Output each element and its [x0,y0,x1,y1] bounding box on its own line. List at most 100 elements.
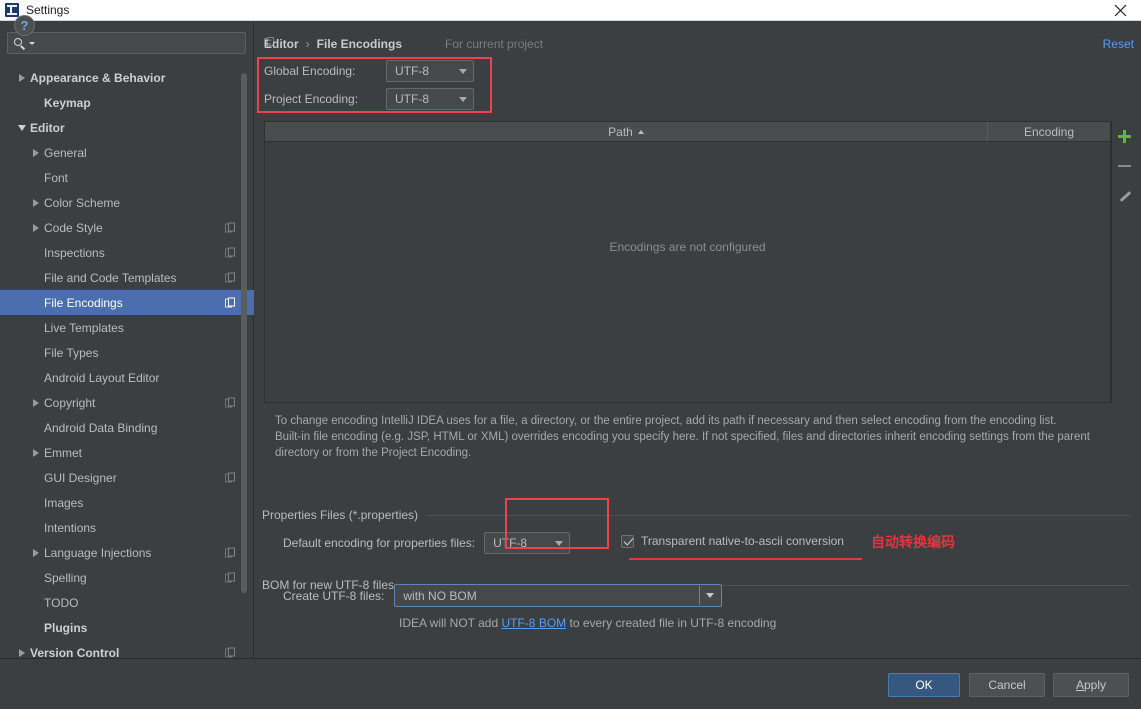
global-encoding-label: Global Encoding: [264,64,356,78]
global-encoding-dropdown[interactable]: UTF-8 [386,60,474,82]
sidebar-scrollbar[interactable] [240,65,248,658]
sidebar-item-font[interactable]: Font [0,165,254,190]
group-divider [426,514,1130,516]
encoding-rows: Global Encoding: UTF-8 Project Encoding:… [264,57,474,113]
ok-button[interactable]: OK [888,673,960,697]
sidebar-item-plugins[interactable]: Plugins [0,615,254,640]
project-encoding-label: Project Encoding: [264,92,359,106]
window-title: Settings [26,3,70,17]
reset-link[interactable]: Reset [1103,37,1134,51]
chevron-right-icon[interactable] [30,149,41,157]
project-scope-icon [225,547,236,558]
sidebar-item-label: Plugins [44,620,88,635]
annotation-text: 自动转换编码 [871,535,955,551]
sidebar-item-label: Font [44,170,69,185]
close-button[interactable] [1100,0,1141,21]
table-toolbar [1111,121,1137,403]
table-body[interactable]: Encodings are not configured [265,142,1110,402]
default-properties-encoding-value: UTF-8 [493,536,528,550]
sidebar-item-version-control[interactable]: Version Control [0,640,254,658]
sidebar-item-label: Inspections [44,245,105,260]
column-header-path[interactable]: Path [265,122,988,141]
sidebar-item-keymap[interactable]: Keymap [0,90,254,115]
breadcrumb-separator-icon: › [305,37,310,51]
checkbox-icon[interactable] [621,534,634,548]
settings-dialog: Settings Appearance & Behavior Keymap Edit… [0,0,1141,709]
sidebar-item-file-types[interactable]: File Types [0,340,254,365]
sidebar-item-live-templates[interactable]: Live Templates [0,315,254,340]
sidebar-item-file-and-code-templates[interactable]: File and Code Templates [0,265,254,290]
sidebar-item-inspections[interactable]: Inspections [0,240,254,265]
sidebar-item-code-style[interactable]: Code Style [0,215,254,240]
default-properties-encoding-dropdown[interactable]: UTF-8 [484,532,571,554]
sidebar-item-editor[interactable]: Editor [0,115,254,140]
properties-group-title: Properties Files (*.properties) [262,508,419,522]
cancel-button[interactable]: Cancel [969,673,1045,697]
help-button[interactable]: ? [14,15,35,36]
sidebar-item-intentions[interactable]: Intentions [0,515,254,540]
chevron-right-icon[interactable] [30,199,41,207]
sidebar-item-todo[interactable]: TODO [0,590,254,615]
sidebar-item-label: Android Layout Editor [44,370,160,385]
utf8-bom-link[interactable]: UTF-8 BOM [501,616,566,630]
chevron-right-icon[interactable] [30,399,41,407]
apply-button[interactable]: Apply [1053,673,1129,697]
project-encoding-dropdown[interactable]: UTF-8 [386,88,474,110]
edit-path-button[interactable] [1112,181,1138,211]
cancel-button-label: Cancel [988,678,1026,692]
for-current-project-label: For current project [264,37,544,51]
sidebar-item-label: TODO [44,595,79,610]
search-input[interactable] [35,36,245,50]
project-scope-icon [225,647,236,658]
sidebar-item-label: File Types [44,345,99,360]
create-utf8-files-label: Create UTF-8 files: [283,588,385,603]
sidebar-item-gui-designer[interactable]: GUI Designer [0,465,254,490]
chevron-right-icon[interactable] [30,449,41,457]
file-encodings-panel: Editor › File Encodings For current proj… [255,21,1141,658]
default-properties-encoding-row: Default encoding for properties files: U… [283,532,571,554]
sidebar-item-emmet[interactable]: Emmet [0,440,254,465]
ok-button-label: OK [915,678,933,692]
sidebar-item-label: Emmet [44,445,83,460]
sidebar-scrollbar-thumb[interactable] [241,73,247,593]
close-icon [1114,4,1127,17]
create-utf8-files-value: with NO BOM [403,588,477,603]
add-icon [1118,129,1131,143]
sidebar-item-label: Images [44,495,84,510]
sidebar-item-label: Color Scheme [44,195,121,210]
sidebar-item-spelling[interactable]: Spelling [0,565,254,590]
search-box[interactable] [7,32,246,54]
transparent-native-to-ascii-checkbox[interactable]: Transparent native-to-ascii conversion [621,534,844,548]
sidebar-item-label: Language Injections [44,545,152,560]
sidebar-item-android-data-binding[interactable]: Android Data Binding [0,415,254,440]
remove-icon [1118,165,1131,167]
sidebar-item-images[interactable]: Images [0,490,254,515]
chevron-down-icon[interactable] [16,125,27,131]
sidebar-item-language-injections[interactable]: Language Injections [0,540,254,565]
sidebar-item-file-encodings[interactable]: File Encodings [0,290,254,315]
chevron-right-icon[interactable] [30,549,41,557]
chevron-right-icon[interactable] [30,224,41,232]
sidebar-item-android-layout-editor[interactable]: Android Layout Editor [0,365,254,390]
project-scope-icon [225,397,236,408]
table-header-row: Path Encoding [265,122,1110,142]
sidebar-item-copyright[interactable]: Copyright [0,390,254,415]
settings-sidebar: Appearance & Behavior Keymap Editor General… [0,21,254,658]
create-utf8-files-dropdown[interactable]: with NO BOM [394,584,723,607]
column-header-encoding[interactable]: Encoding [988,122,1110,141]
chevron-right-icon[interactable] [16,649,27,657]
chevron-right-icon[interactable] [16,74,27,82]
help-icon: ? [20,18,29,33]
dropdown-arrow-button[interactable] [699,586,721,605]
apply-button-mnemonic: A [1075,678,1084,692]
add-path-button[interactable] [1112,121,1138,151]
sidebar-item-label: Spelling [44,570,87,585]
sidebar-item-general[interactable]: General [0,140,254,165]
sidebar-item-label: Version Control [30,645,120,659]
context-text: For current project [445,37,544,51]
project-encoding-row: Project Encoding: UTF-8 [264,85,474,113]
sidebar-item-color-scheme[interactable]: Color Scheme [0,190,254,215]
description-line-1: To change encoding IntelliJ IDEA uses fo… [275,415,1057,427]
remove-path-button[interactable] [1112,151,1138,181]
sidebar-item-appearance-behavior[interactable]: Appearance & Behavior [0,65,254,90]
